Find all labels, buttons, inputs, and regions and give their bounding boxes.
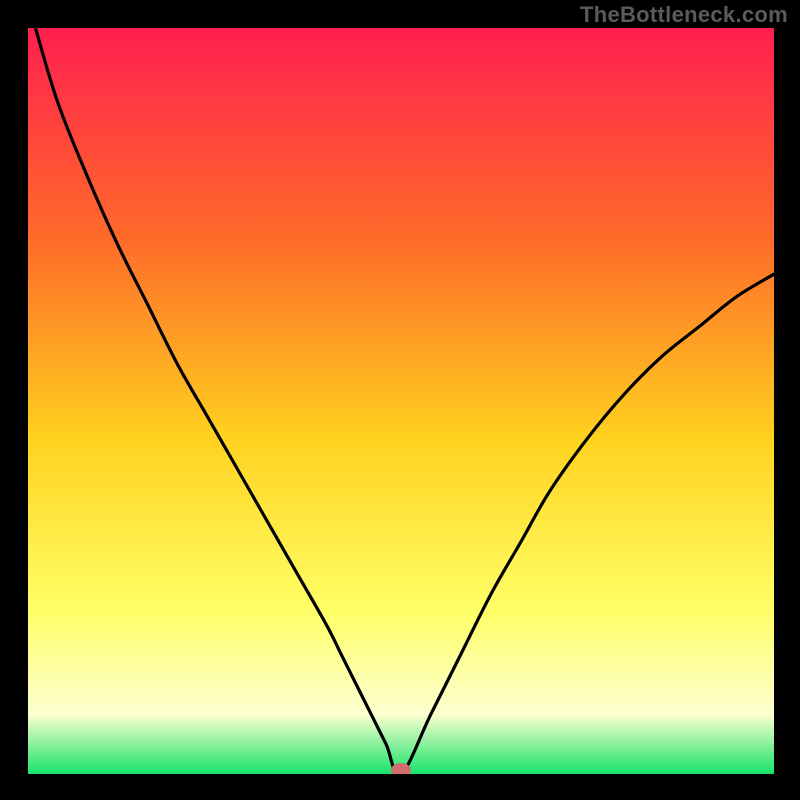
watermark-text: TheBottleneck.com	[580, 2, 788, 28]
plot-area	[28, 28, 774, 774]
bottleneck-chart	[28, 28, 774, 774]
chart-stage: TheBottleneck.com	[0, 0, 800, 800]
gradient-background	[28, 28, 774, 774]
